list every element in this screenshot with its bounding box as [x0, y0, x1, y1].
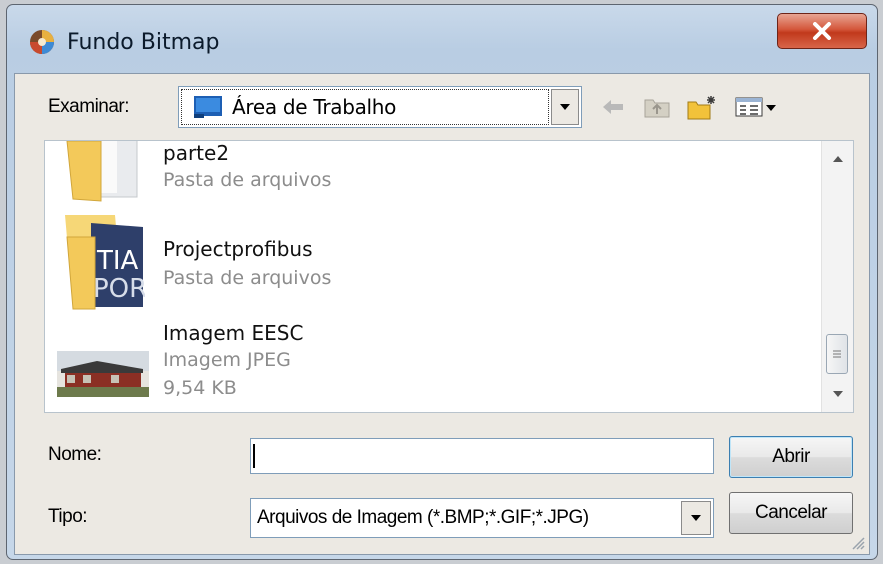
- dialog-body: Examinar: Área de Trabalho parte2 Pasta …: [14, 73, 870, 555]
- svg-text:TIA: TIA: [96, 246, 139, 276]
- scroll-up-button[interactable]: [822, 147, 853, 171]
- close-button[interactable]: [777, 13, 867, 49]
- filetype-value: Arquivos de Imagem (*.BMP;*.GIF;*.JPG): [257, 507, 589, 528]
- new-folder-icon: [687, 96, 715, 120]
- up-folder-icon: [644, 99, 670, 118]
- file-name: Imagem EESC: [163, 321, 304, 345]
- new-folder-button[interactable]: [687, 92, 717, 122]
- up-folder-button[interactable]: [642, 92, 672, 122]
- open-button[interactable]: Abrir: [729, 436, 853, 478]
- chevron-down-icon: [691, 515, 701, 521]
- folder-icon: [66, 141, 138, 202]
- scroll-thumb[interactable]: [826, 334, 848, 374]
- file-name: parte2: [163, 141, 230, 165]
- title-bar[interactable]: Fundo Bitmap: [7, 5, 877, 75]
- filetype-dropdown[interactable]: Arquivos de Imagem (*.BMP;*.GIF;*.JPG): [250, 498, 714, 538]
- resize-grip-icon[interactable]: [849, 534, 865, 550]
- filename-input[interactable]: [250, 438, 714, 474]
- back-arrow-icon: [603, 100, 623, 114]
- file-item-folder[interactable]: parte2 Pasta de arquivos: [45, 141, 815, 211]
- desktop-icon: [194, 96, 222, 118]
- text-caret: [253, 444, 255, 468]
- file-type: Pasta de arquivos: [163, 169, 332, 191]
- filename-label: Nome:: [48, 444, 102, 465]
- view-menu-icon: [735, 97, 776, 117]
- file-item-folder[interactable]: TIA POR Projectprofibus Pasta de arquivo…: [45, 215, 815, 315]
- file-name: Projectprofibus: [163, 237, 313, 261]
- lookin-dropdown[interactable]: Área de Trabalho: [178, 86, 582, 128]
- file-list[interactable]: parte2 Pasta de arquivos TIA POR Project…: [44, 140, 854, 413]
- arrow-down-icon: [833, 391, 843, 397]
- arrow-up-icon: [833, 156, 843, 162]
- app-icon: [30, 30, 54, 54]
- lookin-value: Área de Trabalho: [232, 95, 397, 119]
- file-type: Pasta de arquivos: [163, 267, 332, 289]
- filetype-dropdown-button[interactable]: [681, 501, 711, 535]
- vertical-scrollbar[interactable]: [821, 141, 853, 412]
- lookin-dropdown-button[interactable]: [551, 89, 579, 125]
- jpeg-thumbnail: [57, 351, 149, 397]
- file-size: 9,54 KB: [163, 377, 237, 399]
- file-open-dialog: Fundo Bitmap Examinar: Área de Trabalho: [6, 4, 878, 560]
- chevron-down-icon: [560, 104, 570, 110]
- filetype-label: Tipo:: [48, 506, 88, 527]
- lookin-label: Examinar:: [48, 96, 130, 117]
- scroll-down-button[interactable]: [822, 382, 853, 406]
- back-button[interactable]: [598, 92, 628, 122]
- window-title: Fundo Bitmap: [67, 30, 220, 55]
- folder-icon: TIA POR: [65, 215, 145, 310]
- view-menu-button[interactable]: [733, 92, 781, 122]
- file-type: Imagem JPEG: [163, 349, 291, 371]
- grip-lines-icon: [833, 350, 841, 358]
- close-icon: [813, 22, 831, 40]
- file-item-image[interactable]: Imagem EESC Imagem JPEG 9,54 KB: [45, 321, 815, 411]
- cancel-button[interactable]: Cancelar: [729, 492, 853, 534]
- svg-text:POR: POR: [93, 274, 145, 304]
